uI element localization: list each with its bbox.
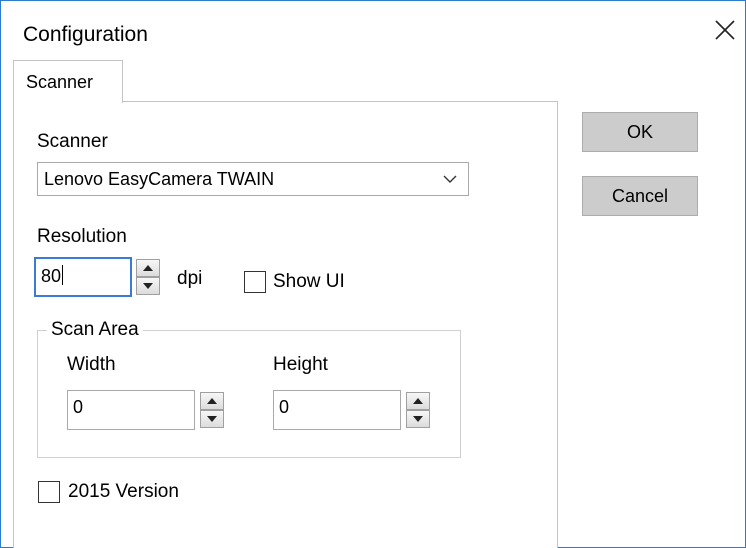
close-icon[interactable] [711, 18, 739, 46]
dialog-title: Configuration [23, 23, 148, 46]
spinner-up-button[interactable] [200, 392, 224, 410]
ok-button[interactable]: OK [582, 112, 698, 152]
resolution-unit: dpi [177, 268, 203, 289]
spinner-down-button[interactable] [136, 277, 160, 295]
arrow-down-icon [207, 416, 217, 422]
height-label: Height [273, 354, 328, 375]
show-ui-label[interactable]: Show UI [273, 271, 345, 293]
resolution-input[interactable]: 80 [34, 257, 132, 297]
close-icon-glyph [715, 20, 735, 40]
arrow-down-icon [413, 416, 423, 422]
spinner-down-button[interactable] [200, 410, 224, 428]
version-2015-label[interactable]: 2015 Version [68, 481, 179, 503]
scanner-dropdown[interactable]: Lenovo EasyCamera TWAIN [37, 162, 469, 196]
height-input-value: 0 [279, 397, 290, 417]
scan-area-title: Scan Area [47, 319, 143, 341]
height-input[interactable]: 0 [273, 390, 401, 430]
cancel-button[interactable]: Cancel [582, 176, 698, 216]
resolution-spinner[interactable] [136, 259, 160, 295]
spinner-down-button[interactable] [406, 410, 430, 428]
arrow-down-icon [143, 283, 153, 289]
show-ui-checkbox[interactable] [244, 271, 266, 293]
resolution-label: Resolution [37, 226, 127, 247]
spinner-up-button[interactable] [406, 392, 430, 410]
tab-scanner-label: Scanner [26, 72, 94, 92]
scanner-dropdown-value: Lenovo EasyCamera TWAIN [44, 169, 275, 189]
version-2015-checkbox[interactable] [38, 481, 60, 503]
width-input-value: 0 [73, 397, 84, 417]
arrow-up-icon [143, 265, 153, 271]
chevron-down-icon [443, 175, 457, 183]
scanner-label: Scanner [37, 131, 108, 152]
arrow-up-icon [413, 398, 423, 404]
spinner-up-button[interactable] [136, 259, 160, 277]
height-spinner[interactable] [406, 392, 430, 428]
width-spinner[interactable] [200, 392, 224, 428]
tab-scanner[interactable]: Scanner [13, 60, 123, 103]
resolution-input-value: 80 [41, 265, 64, 286]
arrow-up-icon [207, 398, 217, 404]
configuration-dialog: Configuration Scanner Scanner Lenovo Eas… [0, 0, 746, 548]
width-input[interactable]: 0 [67, 390, 195, 430]
width-label: Width [67, 354, 116, 375]
